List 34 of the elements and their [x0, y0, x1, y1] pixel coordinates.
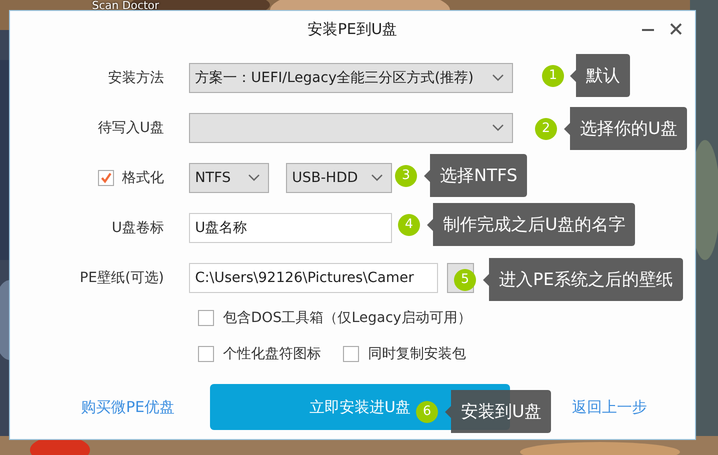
checkbox-label: 个性化盘符图标 — [223, 345, 321, 363]
dropdown-value: NTFS — [195, 170, 231, 186]
dropdown[interactable]: NTFS — [189, 163, 269, 193]
annotation-callout: 选择NTFS — [424, 154, 528, 197]
field-label: U盘卷标 — [110, 219, 164, 237]
annotation-callout: 制作完成之后U盘的名字 — [427, 203, 636, 246]
caret-icon — [248, 174, 260, 182]
dropdown[interactable] — [189, 113, 513, 143]
field-label: 待写入U盘 — [96, 119, 164, 137]
dropdown-value: 方案一：UEFI/Legacy全能三分区方式(推荐) — [195, 69, 474, 87]
annotation-callout: 选择你的U盘 — [564, 107, 688, 150]
annotation-callout: 默认 — [570, 54, 630, 97]
dropdown-value: USB-HDD — [292, 170, 358, 186]
caret-icon — [492, 124, 504, 132]
input-field[interactable]: C:\Users\92126\Pictures\Camer — [189, 263, 438, 293]
annotation-callout: 安装到U盘 — [445, 390, 552, 433]
checkbox-label: 格式化 — [122, 169, 164, 187]
checkbox[interactable] — [198, 310, 214, 326]
checkbox[interactable] — [343, 346, 359, 362]
dropdown[interactable]: USB-HDD — [286, 163, 392, 193]
caret-icon — [371, 174, 383, 182]
desktop-icon-label[interactable]: Scan Doctor — [92, 0, 160, 11]
input-field[interactable]: U盘名称 — [189, 213, 392, 243]
close-icon[interactable] — [669, 22, 683, 36]
checkbox-label: 同时复制安装包 — [368, 345, 466, 363]
dropdown[interactable]: 方案一：UEFI/Legacy全能三分区方式(推荐) — [189, 63, 513, 93]
window-title: 安装PE到U盘 — [308, 20, 398, 38]
checkbox[interactable] — [98, 170, 114, 186]
annotation-callout: 进入PE系统之后的壁纸 — [483, 258, 683, 301]
field-label: 安装方法 — [107, 69, 164, 87]
checkbox[interactable] — [198, 346, 214, 362]
caret-icon — [492, 74, 504, 82]
checkbox-label: 包含DOS工具箱（仅Legacy启动可用） — [223, 309, 472, 327]
field-label: PE壁纸(可选) — [78, 269, 164, 287]
